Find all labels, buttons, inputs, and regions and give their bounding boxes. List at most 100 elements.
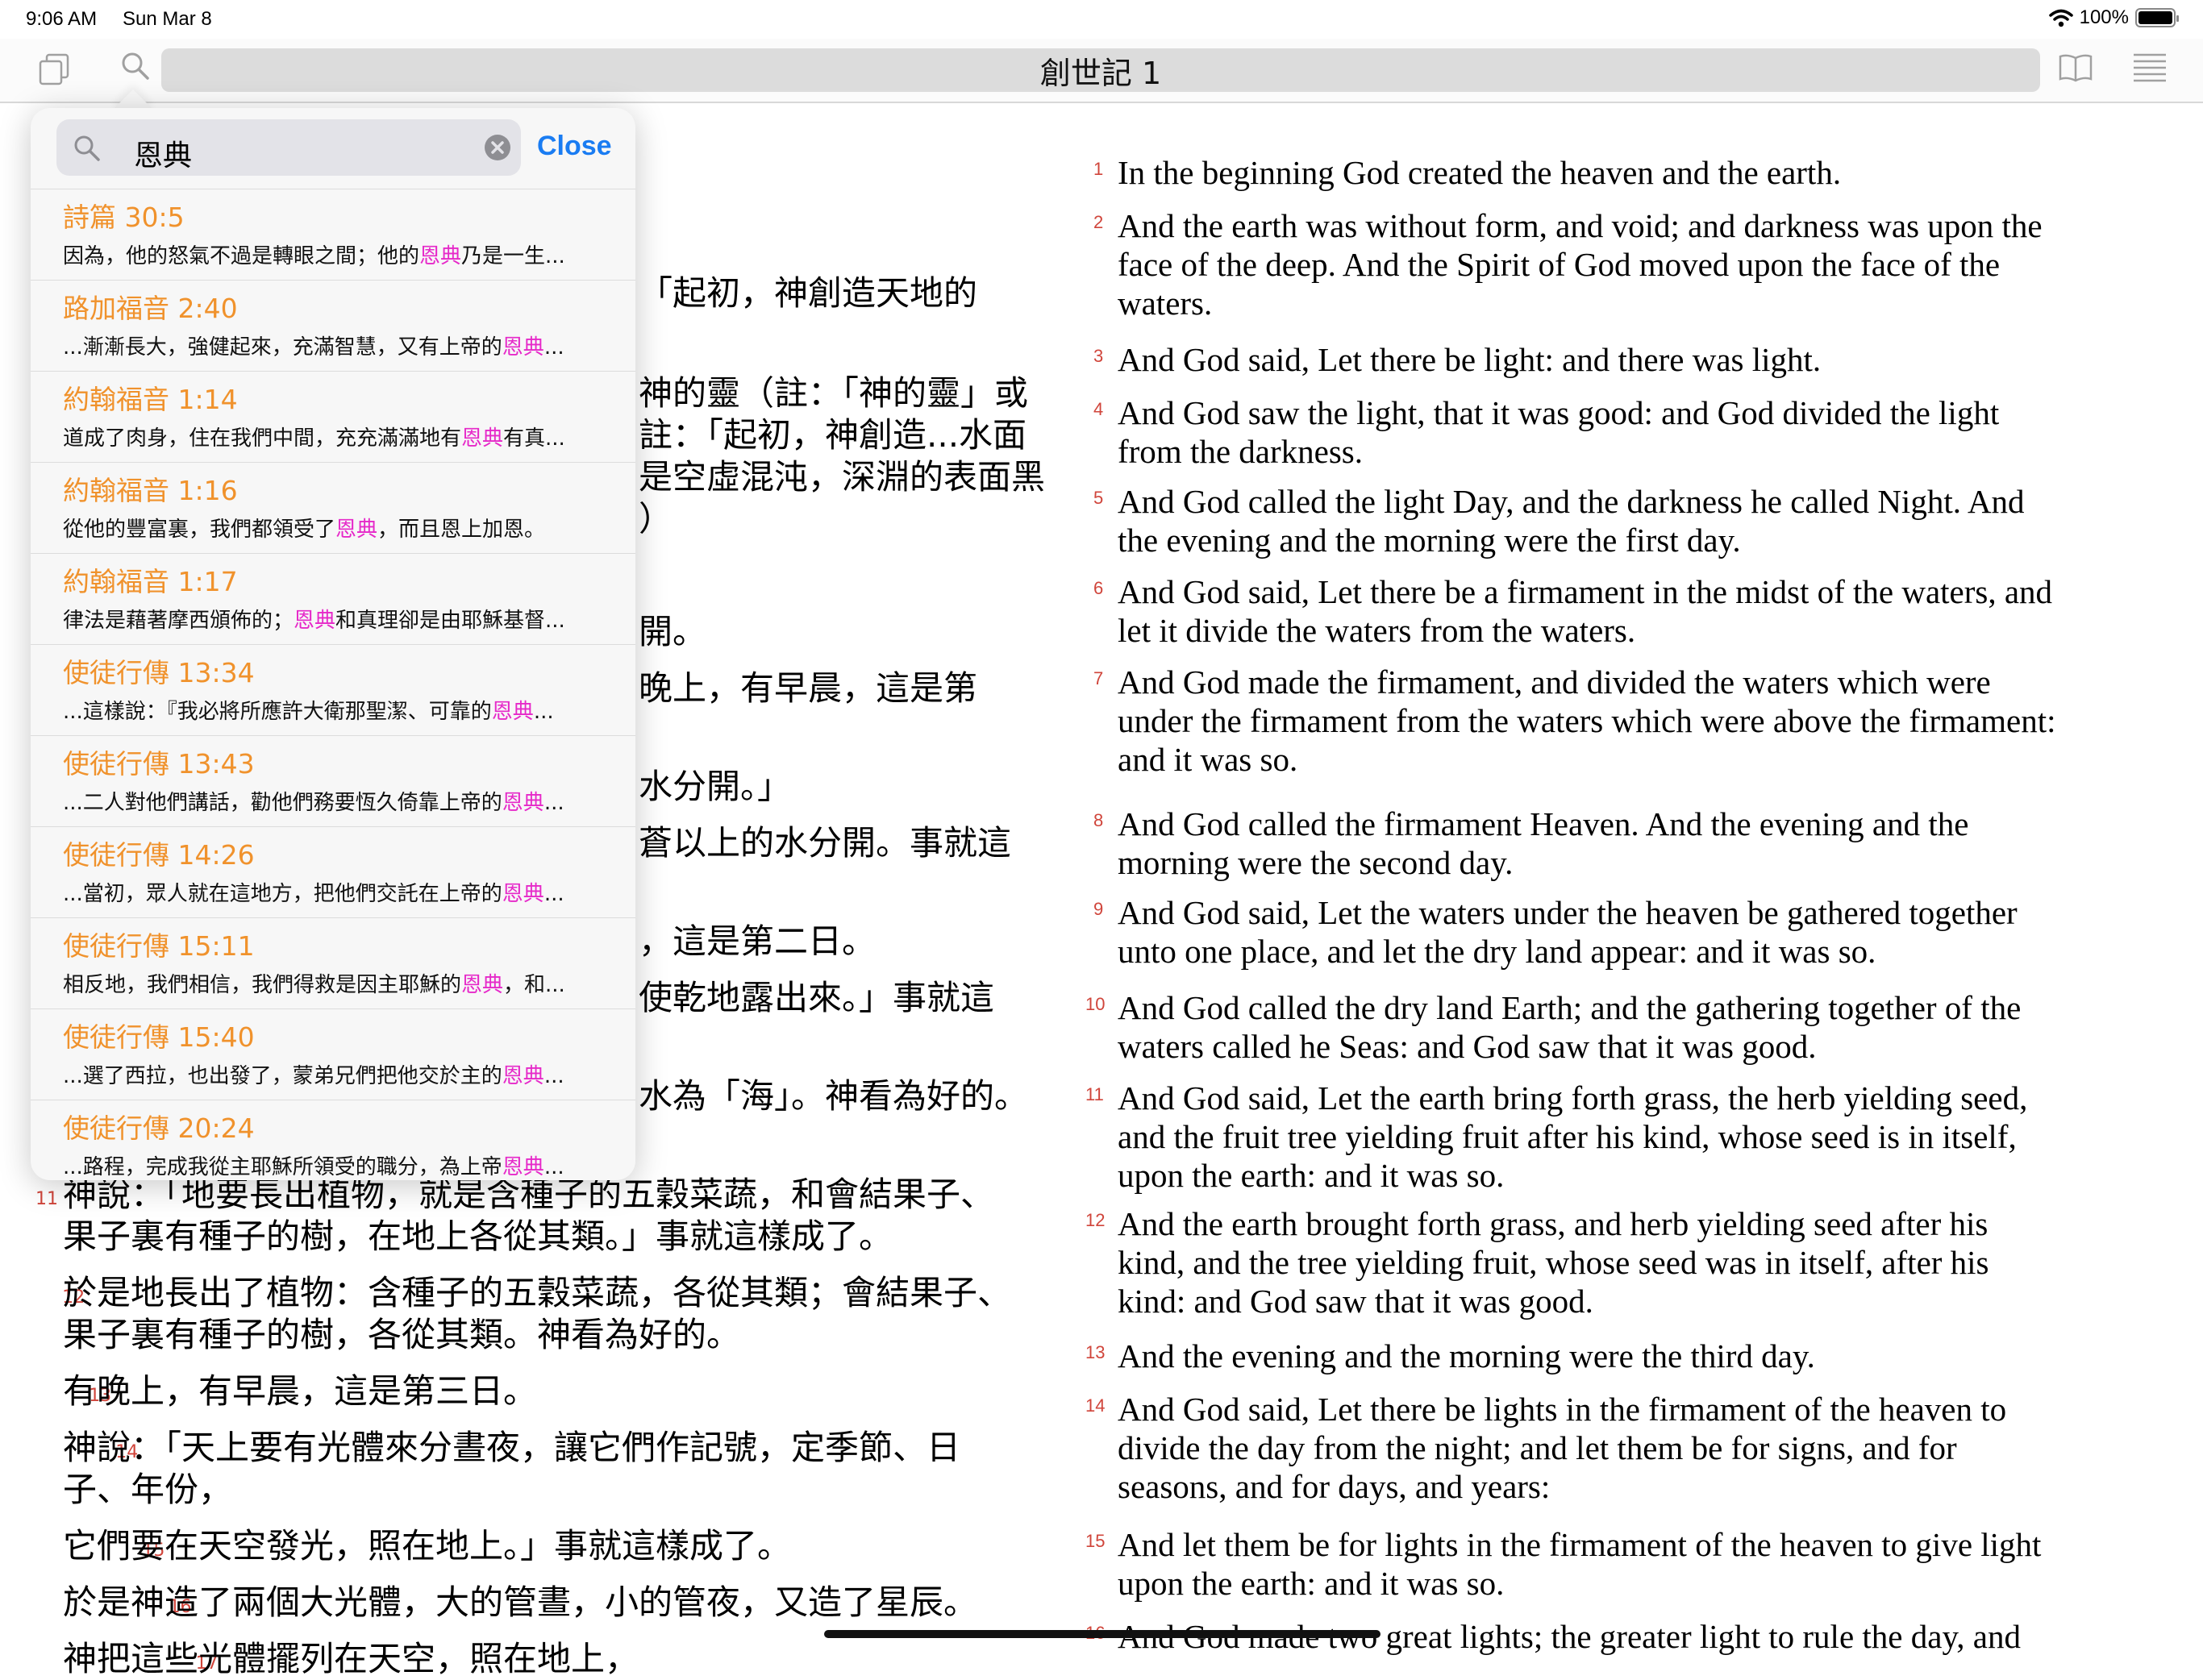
verse-line: morning were the second day. <box>1118 844 1514 881</box>
result-snippet: ...路程，完成我從主耶穌所領受的職分，為上帝恩典... <box>63 1150 619 1180</box>
verse-line: In the beginning God created the heaven … <box>1118 154 1842 191</box>
english-verse: 13 And the evening and the morning were t… <box>1085 1337 2166 1375</box>
zh-line: 水為「海」。神看為好的。 <box>639 1076 1029 1116</box>
result-snippet: ...二人對他們講話，勸他們務要恆久倚靠上帝的恩典... <box>63 786 619 816</box>
close-button[interactable]: Close <box>537 131 612 162</box>
verse-number: 7 <box>1093 668 1104 688</box>
verse-number: 1 <box>1093 159 1104 179</box>
snippet-pre: ...二人對他們講話，勸他們務要恆久倚靠上帝的 <box>63 791 502 815</box>
book-icon[interactable] <box>2058 52 2093 84</box>
verse-line: kind: and God saw that it was good. <box>1118 1283 1593 1320</box>
search-results-list: 詩篇 30:5 因為，他的怒氣不過是轉眼之間；他的恩典乃是一生... 路加福音 2:… <box>31 189 635 1180</box>
wifi-icon <box>2048 9 2073 27</box>
snippet-highlight: 恩典 <box>335 518 378 542</box>
snippet-highlight: 恩典 <box>294 609 336 633</box>
zh-line: 神把這些光體擺列在天空，照在地上， <box>63 1639 639 1678</box>
verse-line: and the fruit tree yielding fruit after … <box>1118 1118 2017 1155</box>
copy-icon[interactable] <box>37 52 73 87</box>
english-verse: 8 And God called the firmament Heaven. An… <box>1093 805 2166 882</box>
verse-number: 9 <box>1093 899 1104 919</box>
status-right: 100% <box>2048 6 2179 29</box>
clear-icon[interactable] <box>484 134 511 161</box>
snippet-pre: ...選了西拉，也出發了，蒙弟兄們把他交於主的 <box>63 1064 502 1088</box>
verse-number: 5 <box>1093 488 1104 508</box>
verse-line: And God said, Let there be light: and th… <box>1118 341 1822 378</box>
search-result-item[interactable]: 約翰福音 1:17 律法是藉著摩西頒佈的；恩典和真理卻是由耶穌基督... <box>31 553 635 644</box>
snippet-pre: 從他的豐富裏，我們都領受了 <box>63 518 336 542</box>
snippet-pre: 道成了肉身，住在我們中間，充充滿滿地有 <box>63 426 462 451</box>
search-result-item[interactable]: 使徒行傳 13:34 ...這樣說：『我必將所應許大衛那聖潔、可靠的恩典... <box>31 644 635 735</box>
verse-line: And God called the light Day, and the da… <box>1118 483 2025 520</box>
english-verse: 4 And God saw the light, that it was good… <box>1093 393 2166 471</box>
zh-line: 於是地長出了植物：含種子的五穀菜蔬，各從其類；會結果子、 <box>63 1273 1012 1312</box>
snippet-pre: 相反地，我們相信，我們得救是因主耶穌的 <box>63 973 462 997</box>
verse-line: divide the day from the night; and let t… <box>1118 1429 1957 1466</box>
result-snippet: 相反地，我們相信，我們得救是因主耶穌的恩典，和... <box>63 968 619 998</box>
result-reference: 使徒行傳 15:40 <box>63 1021 255 1053</box>
result-snippet: 道成了肉身，住在我們中間，充充滿滿地有恩典有真... <box>63 422 619 451</box>
snippet-post: ... <box>533 700 554 724</box>
verse-line: upon the earth: and it was so. <box>1118 1157 1505 1194</box>
zh-line: 它們要在天空發光，照在地上。」事就這樣成了。 <box>63 1526 792 1566</box>
zh-line: 有晚上，有早晨，這是第三日。 <box>63 1371 538 1411</box>
verse-number: 11 <box>1085 1084 1104 1104</box>
result-snippet: 律法是藉著摩西頒佈的；恩典和真理卻是由耶穌基督... <box>63 604 619 634</box>
snippet-pre: ...漸漸長大，強健起來，充滿智慧，又有上帝的 <box>63 335 502 360</box>
result-reference: 使徒行傳 13:34 <box>63 657 255 688</box>
result-reference: 約翰福音 1:14 <box>63 384 238 415</box>
snippet-highlight: 恩典 <box>502 1155 544 1179</box>
chapter-title: 創世記 1 <box>1039 55 1162 91</box>
verse-line: And God made the firmament, and divided … <box>1118 663 1991 701</box>
zh-line: 「起初，神創造天地的 <box>639 273 978 313</box>
verse-number: 11 <box>35 1189 58 1209</box>
verse-number: 6 <box>1093 578 1104 598</box>
english-verse: 3 And God said, Let there be light: and t… <box>1093 340 2166 379</box>
verse-line: And God called the firmament Heaven. And… <box>1118 805 1969 842</box>
english-verse: 11 And God said, Let the earth bring fort… <box>1085 1079 2166 1195</box>
search-result-item[interactable]: 約翰福音 1:16 從他的豐富裏，我們都領受了恩典，而且恩上加恩。 <box>31 462 635 553</box>
result-reference: 約翰福音 1:16 <box>63 475 238 506</box>
verse-line: waters called he Seas: and God saw that … <box>1118 1028 1817 1065</box>
list-icon[interactable] <box>2132 52 2168 84</box>
status-date: Sun Mar 8 <box>123 8 212 30</box>
battery-percent: 100% <box>2079 6 2129 28</box>
search-result-item[interactable]: 使徒行傳 20:24 ...路程，完成我從主耶穌所領受的職分，為上帝恩典... <box>31 1100 635 1180</box>
search-result-item[interactable]: 使徒行傳 13:43 ...二人對他們講話，勸他們務要恆久倚靠上帝的恩典... <box>31 735 635 826</box>
verse-line: And let them be for lights in the firmam… <box>1118 1526 2042 1563</box>
verse-line: let it divide the waters from the waters… <box>1118 612 1636 649</box>
result-reference: 使徒行傳 13:43 <box>63 748 255 780</box>
verse-line: waters. <box>1118 285 1213 322</box>
result-reference: 約翰福音 1:17 <box>63 566 238 597</box>
search-result-item[interactable]: 詩篇 30:5 因為，他的怒氣不過是轉眼之間；他的恩典乃是一生... <box>31 189 635 280</box>
zh-line: 是空虛混沌，深淵的表面黑 <box>639 457 1046 497</box>
search-field[interactable]: 恩典 <box>56 119 521 176</box>
search-result-item[interactable]: 使徒行傳 15:11 相反地，我們相信，我們得救是因主耶穌的恩典，和... <box>31 917 635 1008</box>
search-result-item[interactable]: 路加福音 2:40 ...漸漸長大，強健起來，充滿智慧，又有上帝的恩典... <box>31 280 635 371</box>
chapter-title-bar[interactable]: 創世記 1 <box>161 48 2040 92</box>
verse-number: 3 <box>1093 346 1104 366</box>
result-reference: 使徒行傳 20:24 <box>63 1112 255 1144</box>
verse-line: under the firmament from the waters whic… <box>1118 702 2056 739</box>
verse-line: And God said, Let the earth bring forth … <box>1118 1079 2028 1117</box>
search-popover: 恩典 Close 詩篇 30:5 因為，他的怒氣不過是轉眼之間；他的恩典乃是一生.… <box>31 108 635 1180</box>
battery-icon <box>2135 8 2179 27</box>
search-result-item[interactable]: 使徒行傳 15:40 ...選了西拉，也出發了，蒙弟兄們把他交於主的恩典... <box>31 1008 635 1100</box>
snippet-post: 有真... <box>503 426 565 451</box>
search-result-item[interactable]: 約翰福音 1:14 道成了肉身，住在我們中間，充充滿滿地有恩典有真... <box>31 371 635 462</box>
english-verse: 12 And the earth brought forth grass, and… <box>1085 1204 2166 1320</box>
snippet-post: ，而且恩上加恩。 <box>377 518 546 542</box>
zh-line: 子、年份， <box>63 1470 233 1509</box>
english-verse: 14 And God said, Let there be lights in t… <box>1085 1390 2166 1506</box>
result-snippet: 因為，他的怒氣不過是轉眼之間；他的恩典乃是一生... <box>63 239 619 269</box>
snippet-pre: 律法是藉著摩西頒佈的； <box>63 609 294 633</box>
search-icon[interactable] <box>119 50 152 82</box>
result-snippet: ...漸漸長大，強健起來，充滿智慧，又有上帝的恩典... <box>63 331 619 360</box>
verse-line: And the evening and the morning were the… <box>1118 1337 1815 1374</box>
result-reference: 使徒行傳 14:26 <box>63 839 255 871</box>
verse-line: And God saw the light, that it was good:… <box>1118 394 2000 431</box>
verse-number: 12 <box>1085 1210 1106 1230</box>
search-result-item[interactable]: 使徒行傳 14:26 ...當初，眾人就在這地方，把他們交託在上帝的恩典... <box>31 826 635 917</box>
english-verse: 2 And the earth was without form, and voi… <box>1093 206 2166 322</box>
verse-line: upon the earth: and it was so. <box>1118 1565 1505 1602</box>
verse-number: 14 <box>1085 1395 1106 1416</box>
